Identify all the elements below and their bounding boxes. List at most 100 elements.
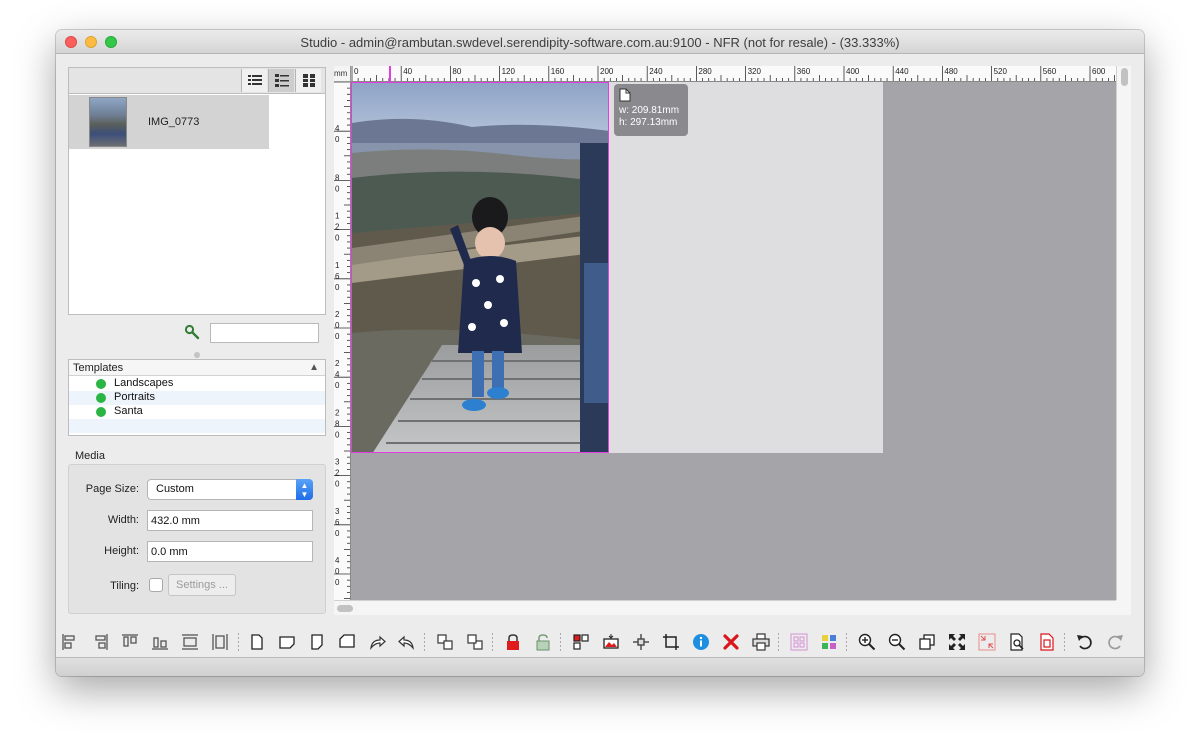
panel-splitter-handle[interactable] <box>194 352 200 358</box>
vertical-scrollbar[interactable] <box>1116 66 1131 600</box>
toolbar-separator <box>492 633 493 651</box>
ruler-label: 3 <box>335 507 340 516</box>
grid-layout-button[interactable] <box>788 631 810 653</box>
color-grid-button[interactable] <box>818 631 840 653</box>
tiling-settings-button[interactable]: Settings ... <box>168 574 236 596</box>
pdf-icon <box>1040 633 1054 651</box>
distribute-horizontal-button[interactable] <box>209 631 231 653</box>
page-fold-icon <box>311 634 323 650</box>
horizontal-scrollbar[interactable] <box>334 600 1116 615</box>
ruler-label: 0 <box>335 381 340 390</box>
crop-icon <box>663 634 679 650</box>
actual-size-button[interactable] <box>916 631 938 653</box>
fit-to-window-button[interactable] <box>946 631 968 653</box>
align-right-button[interactable] <box>89 631 111 653</box>
list-view-button[interactable] <box>241 69 267 92</box>
toolbar-separator <box>560 633 561 651</box>
page-rotate-button[interactable] <box>336 631 358 653</box>
lock-button[interactable] <box>502 631 524 653</box>
toolbar-separator <box>778 633 779 651</box>
ruler-label: 160 <box>551 67 565 76</box>
distribute-vertical-button[interactable] <box>179 631 201 653</box>
send-backward-button[interactable] <box>464 631 486 653</box>
arrange-button[interactable] <box>570 631 592 653</box>
ruler-label: 2 <box>335 359 340 368</box>
bring-forward-button[interactable] <box>434 631 456 653</box>
image-list[interactable]: IMG_0773 <box>68 94 326 315</box>
redo-button[interactable] <box>1104 631 1126 653</box>
ruler-label: 2 <box>335 223 340 232</box>
forward-arrow-icon <box>370 635 386 651</box>
status-bar <box>56 657 1144 676</box>
delete-button[interactable] <box>720 631 742 653</box>
template-item-portraits[interactable]: Portraits <box>69 391 325 405</box>
ruler-label: 6 <box>335 518 340 527</box>
tiling-label: Tiling: <box>110 580 139 592</box>
toolbar-separator <box>1064 633 1065 651</box>
distribute-vertical-icon <box>182 634 198 650</box>
unlock-button[interactable] <box>532 631 554 653</box>
print-button[interactable] <box>750 631 772 653</box>
page-landscape-button[interactable] <box>276 631 298 653</box>
detail-view-button[interactable] <box>268 69 294 92</box>
align-bottom-button[interactable] <box>149 631 171 653</box>
fit-selection-button[interactable] <box>976 631 998 653</box>
printer-icon <box>752 633 770 651</box>
photo-frame[interactable] <box>351 82 609 453</box>
new-page-button[interactable] <box>246 631 268 653</box>
grid-view-button[interactable] <box>295 69 321 92</box>
ruler-label: 0 <box>335 578 340 587</box>
align-left-button[interactable] <box>59 631 81 653</box>
template-status-dot <box>96 379 106 389</box>
ruler-label: 0 <box>335 332 340 341</box>
page-sheet[interactable]: w: 209.81mm h: 297.13mm <box>351 82 883 453</box>
move-button[interactable] <box>630 631 652 653</box>
image-name: IMG_0773 <box>148 116 200 128</box>
ruler-label: 40 <box>403 67 412 76</box>
image-search-input[interactable] <box>210 323 319 343</box>
page-size-select[interactable]: Custom ▲ ▼ <box>147 479 313 500</box>
image-list-item[interactable]: IMG_0773 <box>69 95 269 149</box>
sort-ascending-icon[interactable]: ▲ <box>309 362 319 373</box>
list-view-icon <box>248 75 262 85</box>
unlock-icon <box>536 634 550 651</box>
horizontal-ruler-ticks: 0 40 80 120 160 200 240 280 320 360 400 440 480 520 56… <box>351 66 1115 81</box>
align-top-icon <box>122 634 138 647</box>
layout-canvas[interactable]: w: 209.81mm h: 297.13mm <box>351 82 1116 600</box>
align-top-button[interactable] <box>119 631 141 653</box>
search-icon[interactable] <box>184 324 200 345</box>
width-field[interactable]: 432.0 mm <box>147 510 313 531</box>
selection-size-tooltip: w: 209.81mm h: 297.13mm <box>614 84 688 136</box>
zoom-in-button[interactable] <box>856 631 878 653</box>
back-arrow-button[interactable] <box>396 631 418 653</box>
color-grid-icon <box>822 635 836 649</box>
page-portrait-button[interactable] <box>306 631 328 653</box>
tiling-checkbox[interactable] <box>149 578 163 592</box>
templates-list: Templates ▲ Landscapes Portraits Santa <box>68 359 326 436</box>
vertical-ruler: 4 0 8 0 1 2 0 1 6 0 2 0 0 2 4 0 2 8 0 3 2 0 3 6 0 4 0 0 <box>334 82 351 600</box>
templates-header[interactable]: Templates ▲ <box>69 360 325 376</box>
crop-button[interactable] <box>660 631 682 653</box>
template-item-santa[interactable]: Santa <box>69 405 325 419</box>
info-button[interactable] <box>690 631 712 653</box>
template-item-landscapes[interactable]: Landscapes <box>69 377 325 391</box>
bring-forward-icon <box>437 634 453 650</box>
send-backward-icon <box>467 634 483 650</box>
undo-button[interactable] <box>1074 631 1096 653</box>
height-field[interactable]: 0.0 mm <box>147 541 313 562</box>
selection-width-readout: w: 209.81mm <box>619 105 680 116</box>
pdf-export-button[interactable] <box>1036 631 1058 653</box>
template-label: Portraits <box>114 391 155 403</box>
redo-arrow-button[interactable] <box>366 631 388 653</box>
ruler-label: 400 <box>846 67 860 76</box>
horizontal-scrollbar-thumb[interactable] <box>337 605 353 612</box>
ruler-label: 2 <box>335 408 340 417</box>
preview-button[interactable] <box>1006 631 1028 653</box>
move-icon <box>633 634 649 650</box>
ruler-label: 480 <box>944 67 958 76</box>
ruler-label: 240 <box>649 67 663 76</box>
width-label: Width: <box>107 514 139 526</box>
zoom-out-button[interactable] <box>886 631 908 653</box>
vertical-scrollbar-thumb[interactable] <box>1121 68 1128 86</box>
fit-image-button[interactable] <box>600 631 622 653</box>
